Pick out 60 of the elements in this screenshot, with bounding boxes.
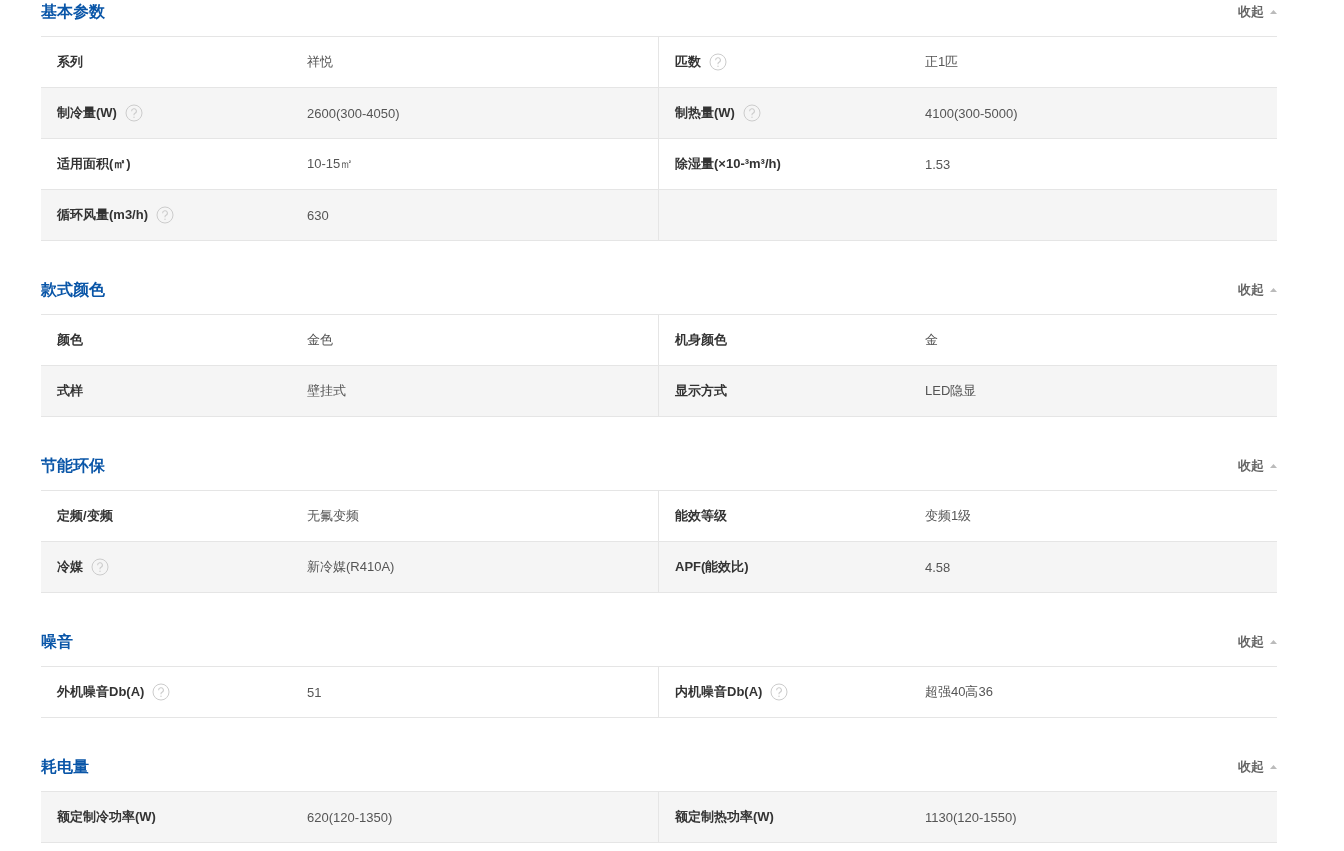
- spec-label: 除湿量(×10-³m³/h): [675, 155, 781, 173]
- help-icon[interactable]: [124, 104, 143, 122]
- spec-label: 内机噪音Db(A): [675, 683, 763, 701]
- section-title: 耗电量: [41, 757, 89, 777]
- spec-value: 2600(300-4050): [307, 105, 401, 121]
- spec-value: 10-15㎡: [307, 155, 355, 173]
- spec-value: 620(120-1350): [307, 809, 394, 825]
- spec-value: 4100(300-5000): [925, 105, 1019, 121]
- spec-label: 制冷量(W): [57, 104, 117, 122]
- spec-label: 适用面积(㎡): [57, 155, 131, 173]
- spec-label: 式样: [57, 382, 83, 400]
- spec-label: 匹数: [675, 53, 701, 71]
- spec-value: 630: [307, 207, 330, 223]
- spec-value: 祥悦: [307, 53, 334, 71]
- spec-label: 机身颜色: [675, 331, 727, 349]
- spec-label: 循环风量(m3/h): [57, 206, 148, 224]
- collapse-button[interactable]: 收起: [1238, 634, 1277, 650]
- spec-label: APF(能效比): [675, 558, 749, 576]
- spec-label: 显示方式: [675, 382, 727, 400]
- caret-up-icon: [1270, 640, 1277, 644]
- spec-label: 定频/变频: [57, 507, 113, 525]
- spec-value: 金色: [307, 331, 334, 349]
- help-icon[interactable]: [156, 206, 174, 224]
- collapse-button[interactable]: 收起: [1238, 759, 1277, 775]
- spec-value: 壁挂式: [307, 382, 347, 400]
- caret-up-icon: [1270, 288, 1277, 292]
- spec-label: 外机噪音Db(A): [57, 683, 145, 701]
- spec-label: 额定制冷功率(W): [57, 808, 156, 826]
- section-title: 基本参数: [41, 2, 105, 22]
- spec-value: 超强40高36: [925, 683, 994, 701]
- spec-label: 能效等级: [675, 507, 727, 525]
- collapse-button[interactable]: 收起: [1238, 4, 1277, 20]
- spec-value: 正1匹: [925, 53, 960, 71]
- spec-value: 1.53: [925, 156, 952, 172]
- section-title: 噪音: [41, 632, 73, 652]
- collapse-button[interactable]: 收起: [1238, 458, 1277, 474]
- spec-value: 1130(120-1550): [925, 809, 1018, 825]
- spec-label: 颜色: [57, 331, 83, 349]
- section-title: 款式颜色: [41, 280, 105, 300]
- help-icon[interactable]: [770, 683, 789, 701]
- caret-up-icon: [1270, 10, 1277, 14]
- spec-value: 金: [925, 331, 939, 349]
- spec-label: 冷媒: [57, 558, 83, 576]
- spec-value: LED隐显: [925, 382, 978, 400]
- section-title: 节能环保: [41, 456, 105, 476]
- spec-label: 系列: [57, 53, 83, 71]
- help-icon[interactable]: [91, 558, 109, 576]
- help-icon[interactable]: [742, 104, 761, 122]
- spec-value: 新冷媒(R410A): [307, 558, 396, 576]
- spec-label: 额定制热功率(W): [675, 808, 774, 826]
- help-icon[interactable]: [152, 683, 171, 701]
- caret-up-icon: [1270, 765, 1277, 769]
- spec-value: 变频1级: [925, 507, 973, 525]
- help-icon[interactable]: [709, 53, 727, 71]
- spec-label: 制热量(W): [675, 104, 735, 122]
- caret-up-icon: [1270, 464, 1277, 468]
- collapse-button[interactable]: 收起: [1238, 282, 1277, 298]
- spec-value: 4.58: [925, 559, 952, 575]
- spec-value: 无氟变频: [307, 507, 360, 525]
- spec-value: 51: [307, 684, 323, 700]
